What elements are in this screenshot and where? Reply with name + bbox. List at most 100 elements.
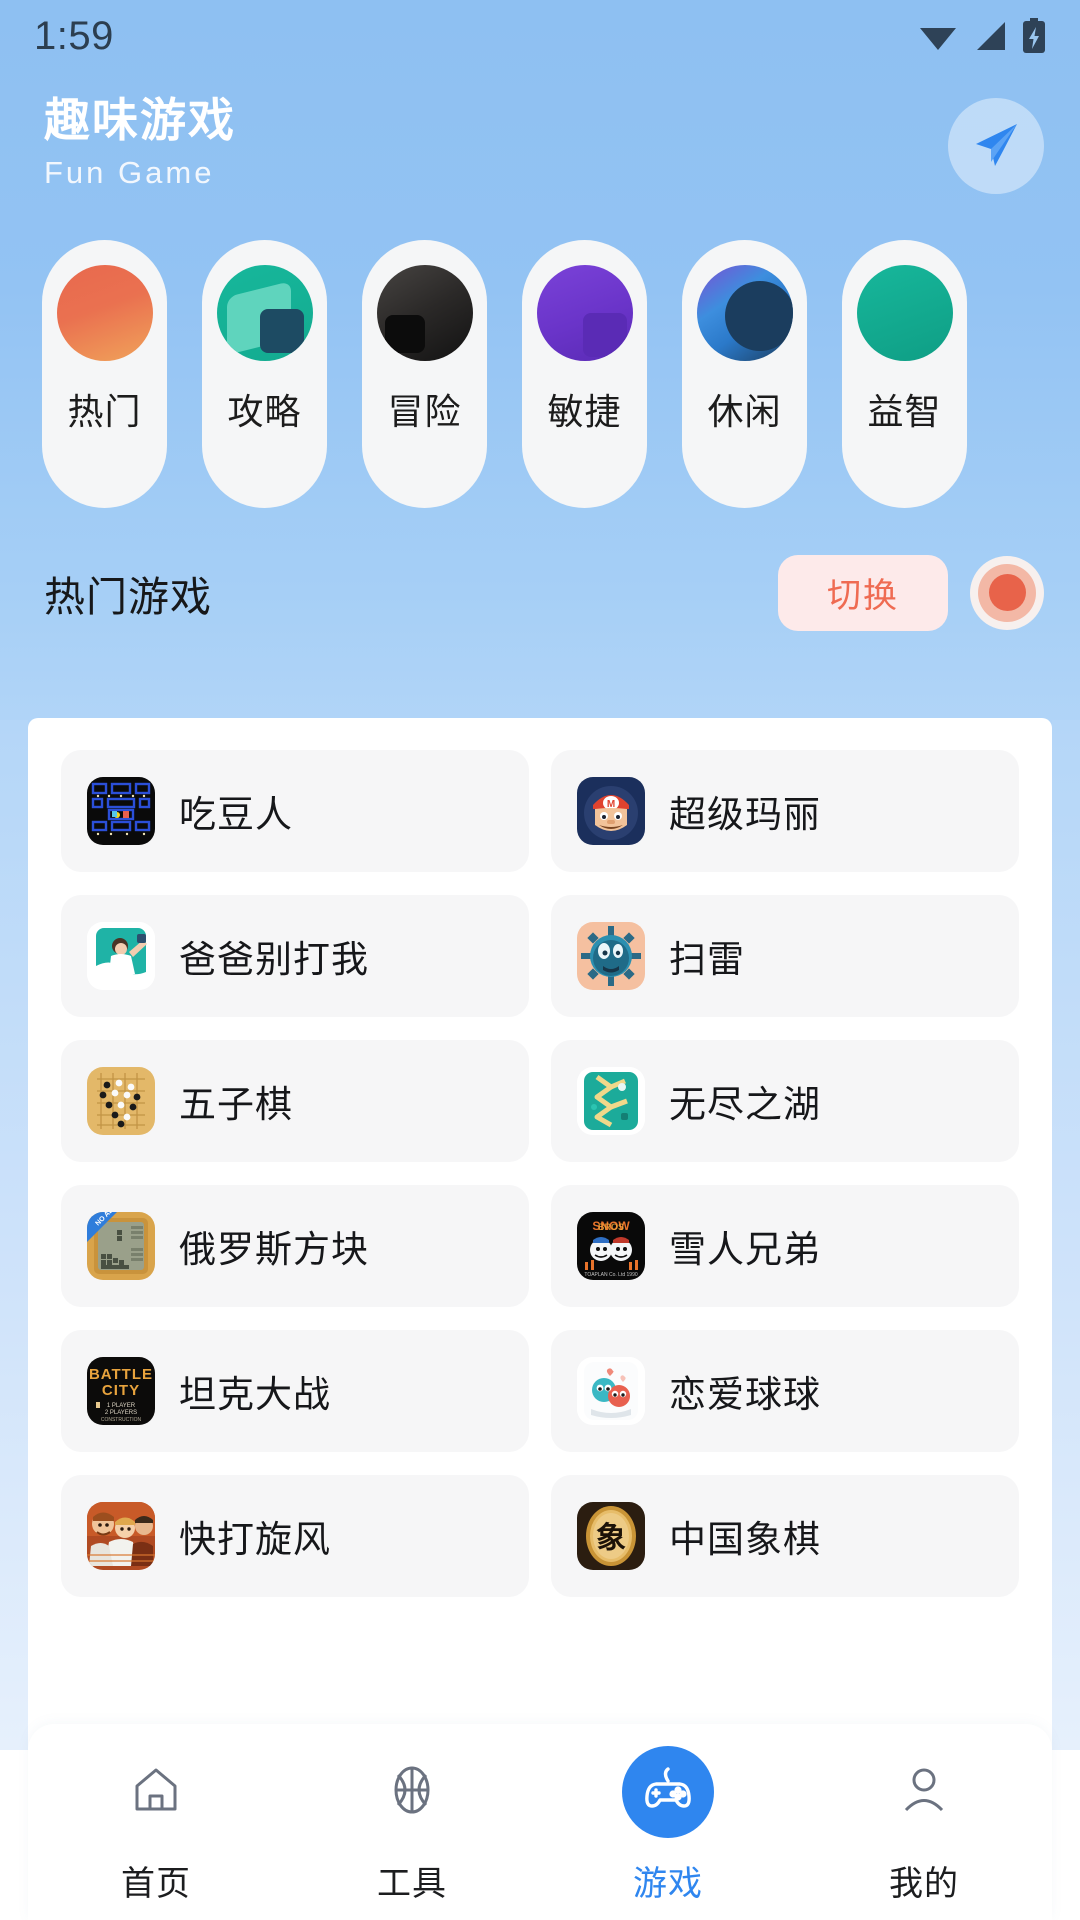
game-card[interactable]: SNOW BROS TOAPLAN Co. Ltd 1990 雪人兄弟: [551, 1185, 1019, 1307]
person-icon-wrap: [878, 1746, 970, 1838]
switch-button[interactable]: 切换: [778, 554, 948, 631]
dad-dont-hit-me-icon: [87, 922, 155, 990]
game-name: 坦克大战: [179, 1374, 331, 1415]
svg-text:2 PLAYERS: 2 PLAYERS: [105, 1410, 137, 1416]
game-name: 俄罗斯方块: [179, 1229, 369, 1270]
game-card[interactable]: BATTLE CITY 1 PLAYER 2 PLAYERS CONSTRUCT…: [61, 1330, 529, 1452]
category-label: 益智: [867, 391, 942, 432]
game-name: 五子棋: [179, 1084, 293, 1125]
endless-lake-icon: [577, 1067, 645, 1135]
nav-label: 游戏: [633, 1865, 703, 1903]
category-pill[interactable]: 热门: [42, 240, 167, 508]
app-header: 趣味游戏 Fun Game: [0, 72, 1080, 232]
game-name: 雪人兄弟: [669, 1229, 821, 1270]
category-pill[interactable]: 益智: [842, 240, 967, 508]
right-edge-strip: [1052, 720, 1080, 1750]
category-icon-casual: [696, 265, 793, 361]
game-name: 超级玛丽: [669, 794, 821, 835]
left-edge-strip: [0, 720, 28, 1750]
section-actions: 切换: [778, 554, 1044, 631]
svg-text:CONSTRUCTION: CONSTRUCTION: [101, 1417, 142, 1423]
chinese-chess-icon: 象: [577, 1502, 645, 1570]
basketball-icon-wrap: [366, 1746, 458, 1838]
game-card[interactable]: 无尽之湖: [551, 1040, 1019, 1162]
game-card[interactable]: 五子棋: [61, 1040, 529, 1162]
game-card[interactable]: 快打旋风: [61, 1475, 529, 1597]
wifi-icon: [918, 20, 958, 52]
gamepad-icon: [639, 1761, 697, 1824]
game-name: 快打旋风: [179, 1519, 331, 1560]
svg-text:BATTLE: BATTLE: [89, 1366, 153, 1383]
page-title: 趣味游戏: [44, 94, 236, 146]
record-button[interactable]: [970, 555, 1044, 630]
nav-label: 首页: [121, 1865, 191, 1903]
send-plane-icon: [967, 117, 1025, 175]
category-pill[interactable]: 休闲: [682, 240, 807, 508]
nav-item-home[interactable]: 首页: [28, 1746, 284, 1905]
battle-city-icon: BATTLE CITY 1 PLAYER 2 PLAYERS CONSTRUCT…: [87, 1357, 155, 1425]
header-titles: 趣味游戏 Fun Game: [44, 94, 236, 190]
category-label: 热门: [67, 391, 142, 432]
home-icon: [128, 1762, 184, 1823]
game-card[interactable]: 爸爸别打我: [61, 895, 529, 1017]
game-name: 恋爱球球: [669, 1374, 821, 1415]
gomoku-icon: [87, 1067, 155, 1135]
game-card[interactable]: 吃豆人: [61, 750, 529, 872]
app-screen: 1:59 趣味游戏 Fun Game 热门 攻略 冒险 敏捷 休闲 益智 热门游…: [0, 0, 1080, 1920]
status-bar: 1:59: [0, 0, 1080, 72]
category-icon-guide: [216, 265, 313, 361]
gamepad-icon-wrap: [622, 1746, 714, 1838]
bottom-navigation: 首页 工具 游戏 我的: [28, 1724, 1052, 1920]
section-title: 热门游戏: [44, 573, 212, 620]
category-icon-adventure: [376, 265, 473, 361]
svg-text:BROS: BROS: [598, 1222, 624, 1232]
game-name: 爸爸别打我: [179, 939, 369, 980]
status-icons: [918, 18, 1046, 54]
basketball-icon: [385, 1763, 439, 1822]
person-icon: [897, 1763, 951, 1822]
tetris-icon: NO ADS: [87, 1212, 155, 1280]
game-name: 无尽之湖: [669, 1084, 821, 1125]
category-label: 冒险: [387, 391, 462, 432]
game-card[interactable]: 扫雷: [551, 895, 1019, 1017]
send-plane-button[interactable]: [948, 98, 1044, 194]
pacman-icon: [87, 777, 155, 845]
category-icon-agility: [536, 265, 633, 361]
category-pill[interactable]: 攻略: [202, 240, 327, 508]
minesweeper-icon: [577, 922, 645, 990]
category-pill[interactable]: 敏捷: [522, 240, 647, 508]
svg-text:象: 象: [596, 1522, 626, 1555]
game-name: 吃豆人: [179, 794, 293, 835]
final-fight-icon: [87, 1502, 155, 1570]
game-card[interactable]: 象 中国象棋: [551, 1475, 1019, 1597]
category-label: 敏捷: [547, 391, 622, 432]
game-card[interactable]: NO ADS 俄罗斯方块: [61, 1185, 529, 1307]
game-grid: 吃豆人 M 超级玛丽 爸爸别打我 扫雷 五子棋 无尽之湖 NO ADS 俄罗斯方…: [28, 718, 1052, 1597]
nav-item-tools[interactable]: 工具: [284, 1746, 540, 1905]
game-card[interactable]: 恋爱球球: [551, 1330, 1019, 1452]
category-label: 休闲: [707, 391, 782, 432]
category-label: 攻略: [227, 391, 302, 432]
nav-label: 我的: [889, 1865, 959, 1903]
home-icon-wrap: [110, 1746, 202, 1838]
game-name: 扫雷: [669, 939, 745, 980]
mario-icon: M: [577, 777, 645, 845]
category-icon-puzzle: [856, 265, 953, 361]
signal-icon: [973, 20, 1007, 52]
nav-item-profile[interactable]: 我的: [796, 1746, 1052, 1905]
section-header: 热门游戏 切换: [0, 540, 1080, 645]
nav-label: 工具: [377, 1865, 447, 1903]
status-time: 1:59: [34, 14, 114, 58]
page-subtitle: Fun Game: [44, 154, 215, 190]
game-card[interactable]: M 超级玛丽: [551, 750, 1019, 872]
record-dot-icon: [978, 563, 1036, 622]
category-pill-list[interactable]: 热门 攻略 冒险 敏捷 休闲 益智: [0, 240, 1080, 510]
svg-text:1 PLAYER: 1 PLAYER: [107, 1403, 136, 1409]
category-icon-hot: [56, 265, 153, 361]
svg-text:TOAPLAN Co. Ltd 1990: TOAPLAN Co. Ltd 1990: [584, 1272, 637, 1278]
category-pill[interactable]: 冒险: [362, 240, 487, 508]
battery-charging-icon: [1022, 18, 1046, 54]
game-name: 中国象棋: [669, 1519, 821, 1560]
nav-item-games[interactable]: 游戏: [540, 1746, 796, 1905]
love-balls-icon: [577, 1357, 645, 1425]
